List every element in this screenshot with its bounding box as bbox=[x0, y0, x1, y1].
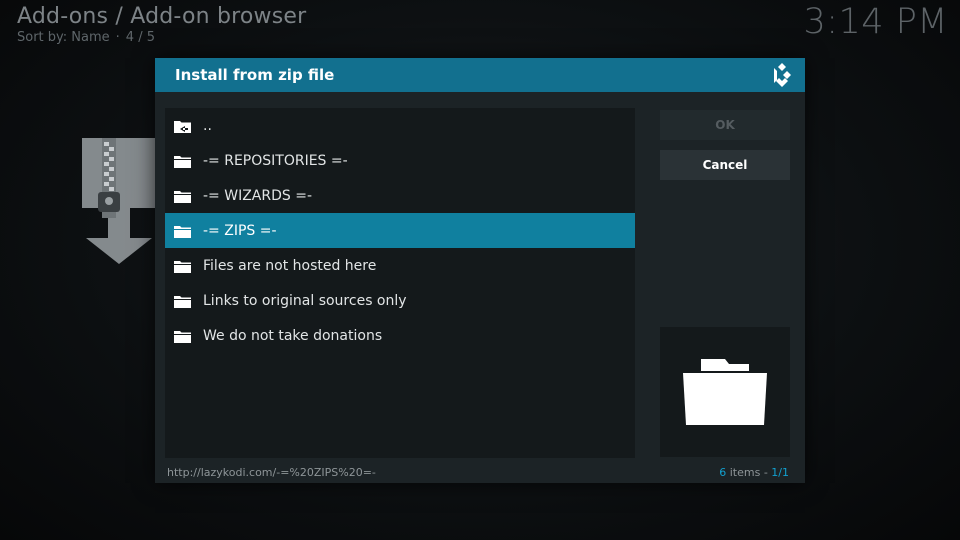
back-folder-icon bbox=[174, 119, 191, 133]
cancel-button[interactable]: Cancel bbox=[660, 150, 790, 180]
folder-icon bbox=[174, 224, 191, 238]
clock: 3:14 PM bbox=[803, 2, 948, 42]
kodi-logo-icon bbox=[769, 62, 795, 88]
install-from-zip-dialog: Install from zip file .. -= REPOSITORIES… bbox=[155, 58, 805, 483]
list-position: 4 / 5 bbox=[125, 30, 155, 45]
sort-info: Sort by: Name · 4 / 5 bbox=[17, 30, 306, 45]
dialog-footer: http://lazykodi.com/-=%20ZIPS%20=- 6 ite… bbox=[167, 464, 789, 480]
item-count: 6 items - 1/1 bbox=[719, 466, 789, 479]
page-title: Add-ons / Add-on browser bbox=[17, 4, 307, 29]
list-item-label: Files are not hosted here bbox=[203, 257, 377, 274]
list-item-label: -= REPOSITORIES =- bbox=[203, 152, 348, 169]
page-indicator: 1/1 bbox=[771, 465, 789, 479]
folder-icon bbox=[174, 329, 191, 343]
folder-icon bbox=[174, 189, 191, 203]
window-header: Add-ons / Add-on browser Sort by: Name · 4… bbox=[17, 4, 306, 45]
list-item-label: -= WIZARDS =- bbox=[203, 187, 312, 204]
list-item-label: We do not take donations bbox=[203, 327, 383, 344]
zip-file-icon bbox=[82, 138, 156, 264]
file-list[interactable]: .. -= REPOSITORIES =- -= WIZARDS =- -= Z… bbox=[165, 108, 635, 458]
folder-icon bbox=[174, 259, 191, 273]
list-item-label: -= ZIPS =- bbox=[203, 222, 277, 239]
list-item-zips[interactable]: -= ZIPS =- bbox=[165, 213, 635, 248]
folder-preview bbox=[660, 327, 790, 457]
sort-separator: · bbox=[115, 30, 120, 45]
item-count-label: items - bbox=[729, 465, 768, 479]
folder-icon bbox=[174, 154, 191, 168]
list-item-label: .. bbox=[203, 117, 212, 134]
list-item-not-hosted[interactable]: Files are not hosted here bbox=[165, 248, 635, 283]
dialog-title: Install from zip file bbox=[175, 66, 335, 84]
list-item-wizards[interactable]: -= WIZARDS =- bbox=[165, 178, 635, 213]
list-item-label: Links to original sources only bbox=[203, 292, 407, 309]
list-item-donations[interactable]: We do not take donations bbox=[165, 318, 635, 353]
list-item-original-sources[interactable]: Links to original sources only bbox=[165, 283, 635, 318]
list-item-repositories[interactable]: -= REPOSITORIES =- bbox=[165, 143, 635, 178]
folder-icon bbox=[174, 294, 191, 308]
dialog-header: Install from zip file bbox=[155, 58, 805, 92]
folder-preview-icon bbox=[683, 359, 767, 425]
list-item-parent[interactable]: .. bbox=[165, 108, 635, 143]
current-path: http://lazykodi.com/-=%20ZIPS%20=- bbox=[167, 465, 376, 479]
sort-label: Sort by: Name bbox=[17, 30, 110, 45]
item-count-number: 6 bbox=[719, 465, 727, 479]
ok-button[interactable]: OK bbox=[660, 110, 790, 140]
